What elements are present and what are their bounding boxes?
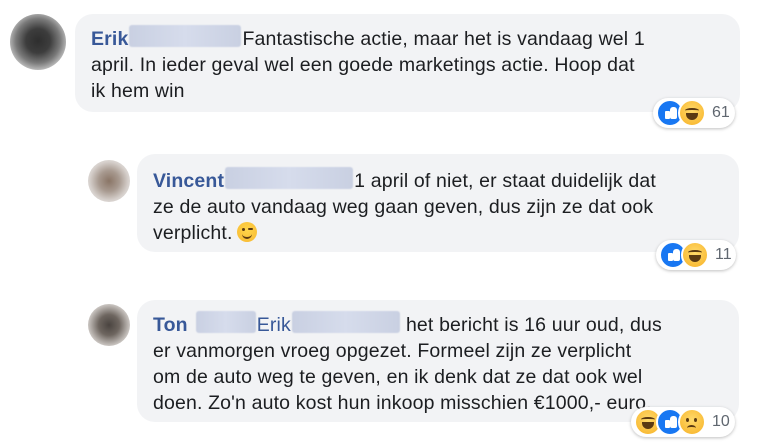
comment-text: 1 april of niet, er staat duidelijk dat bbox=[354, 170, 656, 192]
comment-line: Ton Erik het bericht is 16 uur oud, dus bbox=[153, 311, 723, 338]
reactions-summary[interactable]: 10 bbox=[631, 407, 735, 437]
comment-line: Erik Fantastische actie, maar het is vand… bbox=[91, 25, 724, 52]
comment-bubble: Erik Fantastische actie, maar het is vand… bbox=[75, 14, 740, 112]
comment-text: om de auto weg te geven, en ik denk dat … bbox=[153, 366, 643, 388]
comment-author[interactable]: Vincent bbox=[153, 170, 224, 192]
reaction-count: 10 bbox=[712, 413, 730, 430]
comment-bubble: Ton Erik het bericht is 16 uur oud, dus er… bbox=[137, 300, 739, 422]
wink-emoji bbox=[236, 222, 257, 242]
sad-icon bbox=[678, 408, 706, 436]
redacted-mention-surname bbox=[291, 311, 400, 333]
comment-line: verplicht. bbox=[153, 220, 723, 246]
haha-icon bbox=[678, 99, 706, 127]
avatar[interactable] bbox=[10, 14, 66, 70]
comment-author[interactable]: Erik bbox=[91, 28, 128, 50]
comment-text: verplicht. bbox=[153, 222, 233, 244]
comment-text: er vanmorgen vroeg opgezet. Formeel zijn… bbox=[153, 340, 632, 362]
comment-text: april. In ieder geval wel een goede mark… bbox=[91, 54, 635, 76]
reaction-count: 11 bbox=[715, 246, 732, 263]
comment-text: ze de auto vandaag weg gaan geven, dus z… bbox=[153, 196, 654, 218]
reactions-summary[interactable]: 11 bbox=[656, 240, 736, 270]
avatar[interactable] bbox=[88, 304, 130, 346]
comment-line: Vincent 1 april of niet, er staat duideli… bbox=[153, 167, 723, 194]
comment-text: ik hem win bbox=[91, 80, 185, 102]
mention-tag[interactable]: Erik bbox=[257, 314, 291, 336]
redacted-surname bbox=[129, 25, 242, 47]
comment-bubble: Vincent 1 april of niet, er staat duideli… bbox=[137, 154, 739, 252]
comment-text: Fantastische actie, maar het is vandaag … bbox=[242, 28, 645, 50]
avatar[interactable] bbox=[88, 160, 130, 202]
reaction-count: 61 bbox=[712, 104, 730, 121]
redacted-surname bbox=[195, 311, 256, 333]
comment-text: het bericht is 16 uur oud, dus bbox=[405, 314, 662, 336]
reactions-summary[interactable]: 61 bbox=[653, 98, 735, 128]
haha-icon bbox=[681, 241, 709, 269]
redacted-surname bbox=[225, 167, 354, 189]
comment-author[interactable]: Ton bbox=[153, 314, 188, 336]
